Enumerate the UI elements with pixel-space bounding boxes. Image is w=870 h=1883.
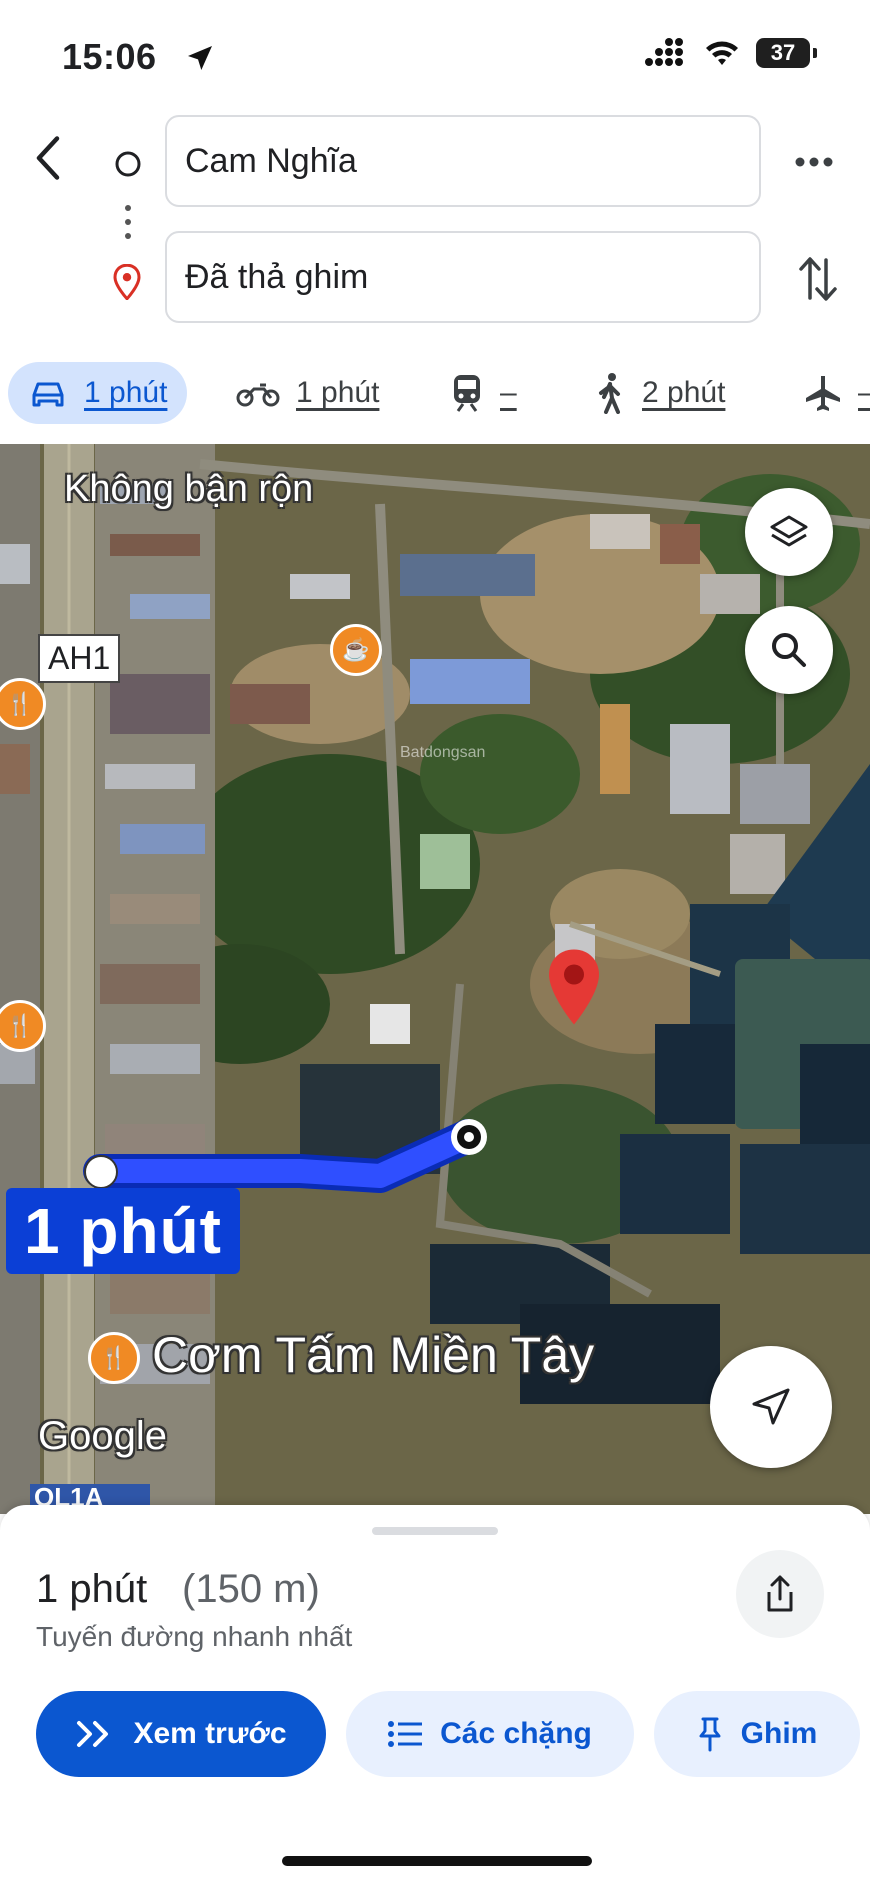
route-end-dot	[451, 1119, 487, 1155]
travel-mode-bar: 1 phút 1 phút – 2 phút –	[0, 362, 870, 432]
steps-label: Các chặng	[440, 1717, 592, 1750]
map-view[interactable]: Không bận rộn AH1 1 phút 🍴 Cơm Tấm Miền …	[0, 444, 870, 1514]
mode-car[interactable]: 1 phút	[8, 362, 188, 424]
origin-text: Cam Nghĩa	[185, 141, 357, 180]
pin-icon	[699, 1717, 721, 1752]
dropped-pin-icon[interactable]	[544, 946, 604, 1028]
back-arrow-icon[interactable]	[30, 134, 66, 182]
mode-walk[interactable]: 2 phút	[594, 362, 725, 424]
share-button[interactable]	[736, 1550, 824, 1638]
home-indicator[interactable]	[282, 1856, 592, 1866]
destination-field[interactable]: Đã thả ghim	[165, 231, 761, 323]
status-time: 15:06	[62, 36, 157, 77]
car-icon	[32, 382, 64, 407]
layers-button[interactable]	[745, 488, 833, 576]
steps-button[interactable]: Các chặng	[346, 1691, 634, 1777]
mode-motorbike-label: 1 phút	[296, 376, 380, 409]
search-icon	[772, 633, 806, 667]
navigation-arrow-icon	[752, 1388, 790, 1425]
mode-car-label: 1 phút	[84, 376, 168, 409]
sheet-drag-handle[interactable]	[372, 1527, 498, 1535]
traffic-label: Không bận rộn	[64, 468, 314, 510]
status-right: 37	[644, 38, 817, 68]
route-dots-icon	[125, 205, 131, 239]
google-logo: Google	[38, 1414, 167, 1458]
route-duration: 1 phút	[36, 1567, 148, 1611]
share-icon	[767, 1575, 793, 1612]
route-time-label: 1 phút	[6, 1188, 240, 1274]
pin-button[interactable]: Ghim	[654, 1691, 860, 1777]
double-chevron-icon	[77, 1721, 109, 1747]
pin-label: Ghim	[740, 1717, 818, 1750]
more-options-icon[interactable]	[794, 150, 834, 174]
preview-label: Xem trước	[133, 1717, 287, 1750]
motorbike-icon	[236, 383, 280, 407]
route-summary-sheet[interactable]: 1 phút (150 m) Tuyến đường nhanh nhất Xe…	[0, 1505, 870, 1883]
route-subtitle: Tuyến đường nhanh nhất	[36, 1621, 353, 1652]
map-search-button[interactable]	[745, 606, 833, 694]
restaurant-poi-icon[interactable]: 🍴	[88, 1332, 140, 1384]
walk-icon	[599, 373, 620, 414]
mode-walk-label: 2 phút	[642, 376, 726, 409]
train-icon	[454, 375, 480, 412]
location-arrow-icon	[188, 46, 212, 70]
mode-transit-label: –	[500, 376, 517, 409]
wifi-icon	[706, 41, 738, 65]
destination-pin-icon	[113, 264, 141, 300]
origin-field[interactable]: Cam Nghĩa	[165, 115, 761, 207]
origin-circle-icon	[115, 151, 141, 177]
battery-level: 37	[770, 40, 796, 65]
poi-label[interactable]: Cơm Tấm Miền Tây	[152, 1326, 594, 1384]
cafe-poi-icon[interactable]: ☕	[330, 624, 382, 676]
battery-icon: 37	[756, 38, 817, 68]
mode-flight[interactable]: –	[804, 362, 870, 424]
destination-text: Đã thả ghim	[185, 257, 369, 296]
route-start-dot	[84, 1155, 118, 1189]
mode-transit[interactable]: –	[450, 362, 517, 424]
mode-motorbike[interactable]: 1 phút	[236, 362, 379, 424]
list-icon	[388, 1721, 423, 1747]
road-label-ah1: AH1	[38, 634, 121, 683]
plane-icon	[806, 376, 840, 411]
preview-button[interactable]: Xem trước	[36, 1691, 326, 1777]
mode-flight-label: –	[858, 376, 870, 410]
watermark: Batdongsan	[400, 744, 486, 761]
signal-icon	[645, 38, 683, 66]
layers-icon	[770, 515, 808, 547]
route-distance: (150 m)	[182, 1567, 320, 1611]
swap-icon[interactable]	[796, 254, 840, 304]
recenter-button[interactable]	[710, 1346, 832, 1468]
